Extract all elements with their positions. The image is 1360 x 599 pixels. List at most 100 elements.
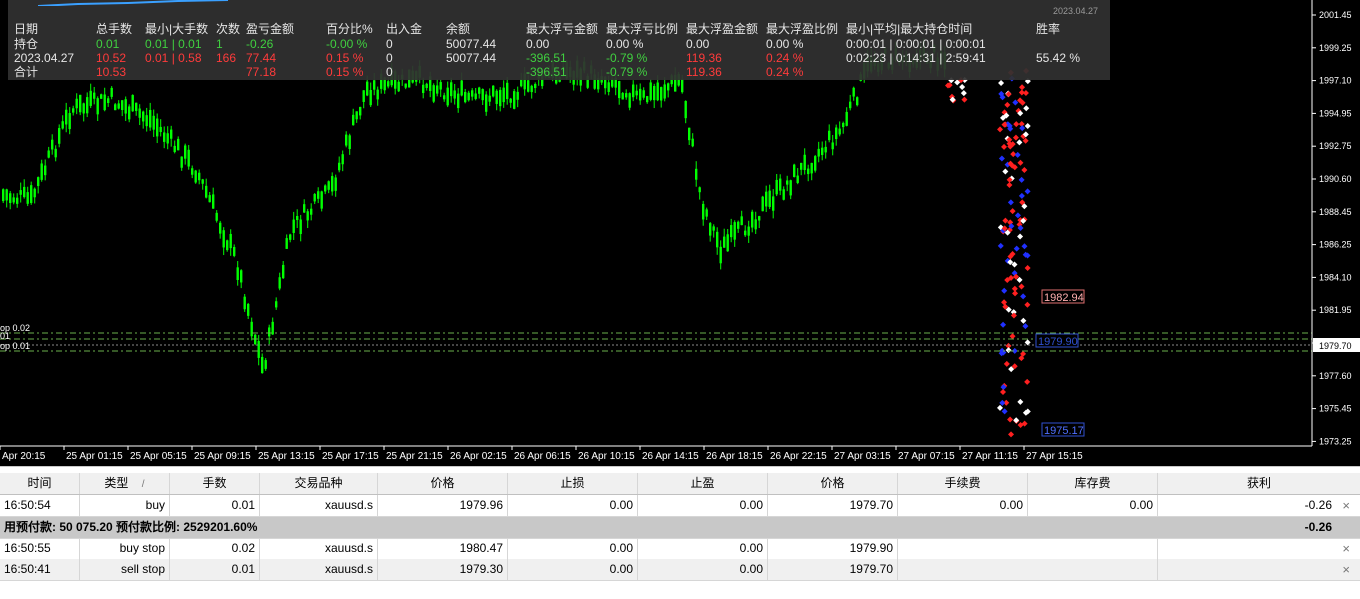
- stats-header-max-float-loss: 最大浮亏金额: [526, 22, 599, 36]
- col-header-price[interactable]: 价格: [768, 473, 898, 494]
- candle-body: [509, 98, 512, 103]
- cell-sl[interactable]: 0.00: [508, 559, 638, 580]
- stats-header-pnl: 盈亏金额: [246, 22, 295, 36]
- trade-marker: [1008, 431, 1015, 438]
- trade-marker: [1003, 360, 1010, 367]
- stats-cell-max-float-profit-pct: 0.24 %: [766, 65, 804, 79]
- table-row[interactable]: 16:50:55 buy stop 0.02 xauusd.s 1980.47 …: [0, 538, 1360, 560]
- trade-marker: [1006, 181, 1013, 188]
- candle-body: [660, 87, 663, 101]
- col-header-tp[interactable]: 止盈: [638, 473, 768, 494]
- candle-body: [33, 188, 36, 198]
- candle-body: [534, 84, 537, 89]
- price-axis[interactable]: 2001.45 1999.25 1997.10 1994.95 1992.75 1990.…: [1312, 10, 1352, 446]
- candle-body: [334, 177, 337, 191]
- trade-terminal: 时间 类型 / 手数 交易品种 价格 止损 止盈 价格 手续费 库存费 获利 1…: [0, 466, 1360, 599]
- candle-body: [285, 238, 288, 249]
- col-header-swap[interactable]: 库存费: [1028, 473, 1158, 494]
- candle-body: [250, 321, 253, 337]
- candle-body: [324, 185, 327, 192]
- col-header-time[interactable]: 时间: [0, 473, 80, 494]
- stats-cell-pnl: -0.26: [246, 37, 274, 51]
- delete-order-icon[interactable]: ×: [1342, 559, 1350, 580]
- cell-tp[interactable]: 0.00: [638, 559, 768, 580]
- table-row[interactable]: 16:50:54 buy 0.01 xauusd.s 1979.96 0.00 …: [0, 495, 1360, 517]
- cell-sl[interactable]: 0.00: [508, 495, 638, 516]
- candle-body: [716, 231, 719, 248]
- cell-swap: 0.00: [1028, 495, 1158, 516]
- candle-body: [187, 149, 190, 167]
- candle-body: [320, 191, 323, 209]
- candle-body: [530, 85, 533, 93]
- stats-cell-pnl: 77.44: [246, 51, 277, 65]
- col-header-open-price[interactable]: 价格: [378, 473, 508, 494]
- close-position-icon[interactable]: ×: [1342, 495, 1350, 516]
- cell-lots: 0.01: [170, 559, 260, 580]
- stats-header-max-float-loss-pct: 最大浮亏比例: [606, 22, 679, 36]
- candle-body: [681, 78, 684, 93]
- delete-order-icon[interactable]: ×: [1342, 538, 1350, 559]
- stats-cell-win-rate: 55.42 %: [1036, 51, 1081, 65]
- candle-body: [628, 93, 631, 108]
- time-tick-label: 26 Apr 22:15: [770, 451, 827, 462]
- time-axis[interactable]: Apr 20:15 25 Apr 01:15 25 Apr 05:15 25 Apr …: [0, 446, 1083, 462]
- account-summary-row: 用预付款: 50 075.20 预付款比例: 2529201.60% -0.26: [0, 517, 1360, 539]
- col-header-sl[interactable]: 止损: [508, 473, 638, 494]
- cell-tp[interactable]: 0.00: [638, 495, 768, 516]
- candle-body: [376, 89, 379, 100]
- candle-body: [75, 98, 78, 109]
- candle-body: [842, 122, 845, 128]
- trade-marker: [1024, 378, 1031, 385]
- stats-header-win-rate: 胜率: [1036, 22, 1061, 36]
- trade-marker: [1005, 91, 1012, 98]
- col-header-commission[interactable]: 手续费: [898, 473, 1028, 494]
- total-profit: -0.26: [1304, 520, 1332, 534]
- candle-body: [733, 222, 736, 240]
- trade-marker: [1017, 159, 1024, 166]
- candle-body: [772, 196, 775, 211]
- trade-marker: [999, 399, 1006, 406]
- trade-marker: [1013, 417, 1020, 424]
- trade-marker: [1020, 293, 1027, 300]
- time-tick-label: 26 Apr 10:15: [578, 451, 635, 462]
- order-label-position: 01: [0, 331, 10, 341]
- candle-body: [219, 222, 222, 234]
- candle-body: [72, 108, 75, 113]
- candle-body: [488, 95, 491, 102]
- col-header-symbol[interactable]: 交易品种: [260, 473, 378, 494]
- candle-body: [138, 108, 141, 118]
- trade-marker: [959, 83, 966, 90]
- table-row[interactable]: 16:50:41 sell stop 0.01 xauusd.s 1979.30…: [0, 559, 1360, 581]
- candle-body: [803, 154, 806, 171]
- candle-body: [387, 81, 390, 87]
- candle-body: [499, 89, 502, 107]
- candle-body: [177, 138, 180, 151]
- candle-body: [656, 82, 659, 101]
- candle-body: [79, 94, 82, 113]
- cell-symbol: xauusd.s: [260, 495, 378, 516]
- candle-body: [471, 90, 474, 97]
- candle-body: [152, 115, 155, 130]
- candle-body: [86, 97, 89, 114]
- trade-marker: [998, 155, 1005, 162]
- stats-cell-minmax-lots: 0.01 | 0.58: [145, 51, 202, 65]
- candle-body: [667, 83, 670, 91]
- col-header-lots[interactable]: 手数: [170, 473, 260, 494]
- candle-body: [194, 170, 197, 183]
- candle-body: [439, 82, 442, 90]
- candle-body: [436, 85, 439, 94]
- col-header-type[interactable]: 类型 /: [80, 473, 170, 494]
- candle-body: [229, 233, 232, 249]
- col-header-profit[interactable]: 获利: [1158, 473, 1360, 494]
- cell-sl[interactable]: 0.00: [508, 538, 638, 559]
- stats-cell-max-float-loss: -396.51: [526, 51, 567, 65]
- cell-tp[interactable]: 0.00: [638, 538, 768, 559]
- trade-marker: [1001, 143, 1008, 150]
- stats-cell-count: 166: [216, 51, 237, 65]
- candle-body: [191, 168, 194, 175]
- time-tick-label: 26 Apr 14:15: [642, 451, 699, 462]
- candle-body: [789, 180, 792, 196]
- candle-body: [107, 98, 110, 104]
- candle-body: [443, 95, 446, 100]
- price-chart[interactable]: op 0.02 01 op 0.01 1982.94 1979.90 1975.…: [0, 0, 1360, 466]
